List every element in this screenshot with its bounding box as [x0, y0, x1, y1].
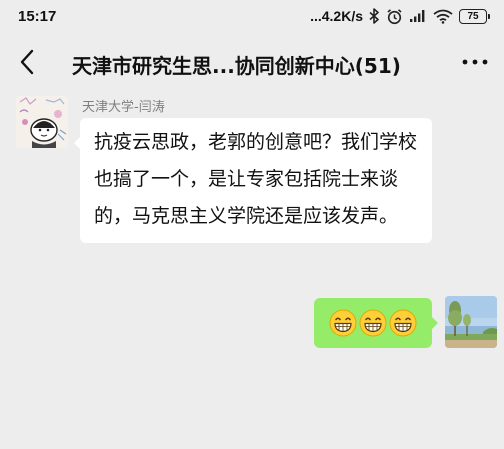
sender-name: 天津大学-闫涛 [82, 100, 165, 115]
status-indicators: ...4.2K/s 75 [310, 8, 490, 25]
network-speed: ...4.2K/s [310, 8, 363, 24]
sender-avatar[interactable] [16, 96, 68, 148]
battery-level: 75 [459, 8, 487, 24]
cartoon-avatar-icon [16, 96, 68, 148]
chevron-left-icon [20, 49, 34, 75]
back-button[interactable] [14, 48, 40, 76]
chat-header: 天津市研究生思...协同创新中心(51) [0, 36, 504, 88]
more-button[interactable] [460, 48, 490, 76]
grin-emoji-icon [329, 309, 357, 337]
battery-icon: 75 [459, 8, 490, 24]
landscape-avatar-icon [445, 296, 497, 348]
incoming-message-bubble[interactable]: 抗疫云思政，老郭的创意吧？我们学校也搞了一个，是让专家包括院士来谈的，马克思主义… [74, 118, 432, 243]
signal-icon [409, 9, 427, 23]
message-text: 抗疫云思政，老郭的创意吧？我们学校也搞了一个，是让专家包括院士来谈的，马克思主义… [94, 131, 418, 227]
more-dots-icon [462, 59, 488, 65]
grin-emoji-icon [359, 309, 387, 337]
outgoing-message-bubble[interactable] [314, 298, 438, 348]
status-time: 15:17 [18, 7, 57, 25]
alarm-icon [386, 8, 403, 25]
my-avatar[interactable] [445, 296, 497, 348]
bluetooth-icon [369, 8, 380, 24]
chat-screen: 15:17 ...4.2K/s 75 天津市研究生思...协同创新中心(51) … [0, 0, 504, 449]
grin-emoji-icon [389, 309, 417, 337]
wifi-icon [433, 9, 453, 24]
status-bar: 15:17 ...4.2K/s 75 [0, 0, 504, 32]
chat-title: 天津市研究生思...协同创新中心(51) [72, 54, 401, 78]
